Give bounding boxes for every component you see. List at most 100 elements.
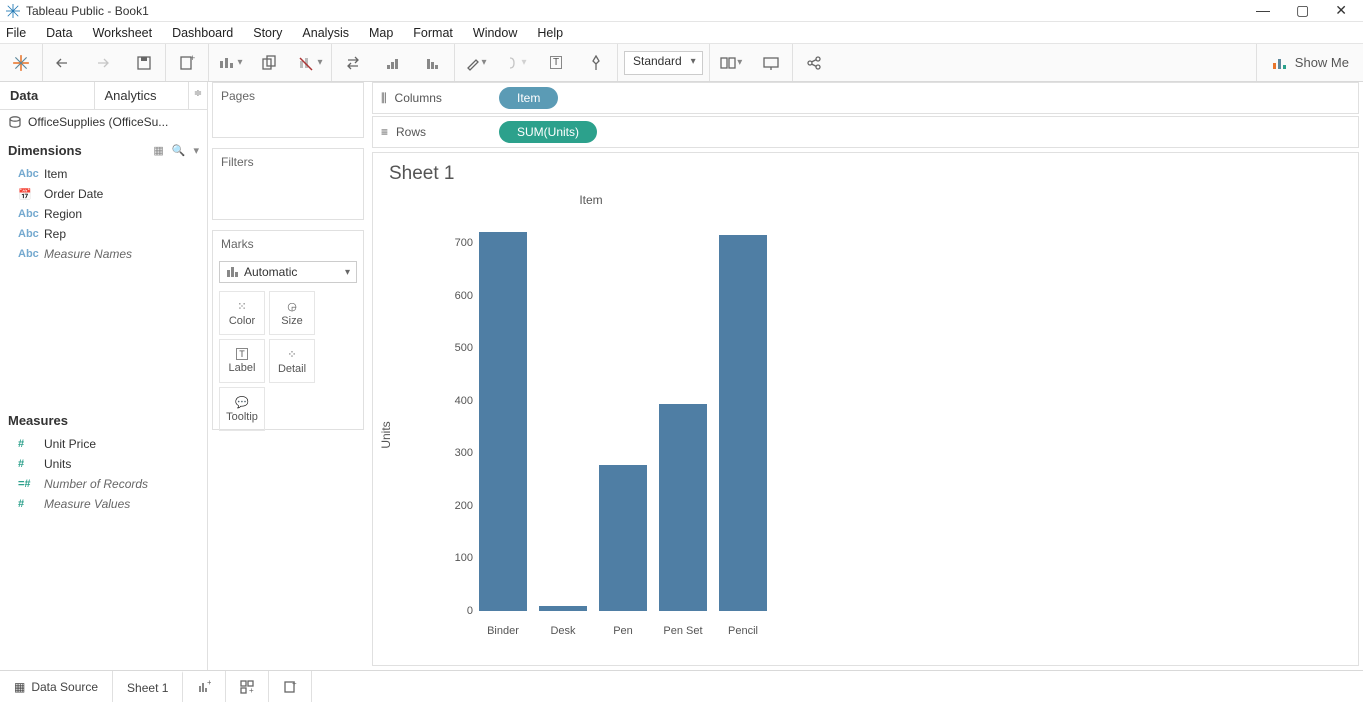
field-label: Measure Values xyxy=(44,497,130,511)
new-dashboard-tab[interactable]: + xyxy=(226,671,269,702)
menu-format[interactable]: Format xyxy=(413,26,453,40)
new-worksheet-button[interactable]: ▾ xyxy=(215,48,245,78)
chart-bar[interactable] xyxy=(599,465,647,611)
marks-label-button[interactable]: TLabel xyxy=(219,339,265,383)
measures-title: Measures xyxy=(8,413,68,428)
bottom-tabs: ▦ Data Source Sheet 1 + + + xyxy=(0,670,1363,702)
marks-tooltip-button[interactable]: 💬Tooltip xyxy=(219,387,265,431)
rows-shelf[interactable]: ≡Rows SUM(Units) xyxy=(372,116,1359,148)
field-type-icon: Abc xyxy=(18,168,36,180)
clear-button[interactable]: ▾ xyxy=(295,48,325,78)
sheet-title[interactable]: Sheet 1 xyxy=(389,163,1342,185)
marks-detail-button[interactable]: ⁘Detail xyxy=(269,339,315,383)
tableau-logo-button[interactable] xyxy=(6,48,36,78)
size-icon: ◶ xyxy=(287,300,297,313)
dimension-field[interactable]: AbcMeasure Names xyxy=(0,244,207,264)
duplicate-button[interactable] xyxy=(255,48,285,78)
dimension-field[interactable]: 📅Order Date xyxy=(0,184,207,204)
menu-analysis[interactable]: Analysis xyxy=(302,26,349,40)
x-label: Binder xyxy=(479,625,527,637)
title-bar: Tableau Public - Book1 — ▢ ✕ xyxy=(0,0,1363,22)
view-toggle-icon[interactable]: ▦ xyxy=(153,144,163,157)
fit-selector[interactable]: Standard xyxy=(624,51,703,75)
close-button[interactable]: ✕ xyxy=(1335,2,1347,19)
marks-color-button[interactable]: ⁙Color xyxy=(219,291,265,335)
rows-pill-text: SUM(Units) xyxy=(517,125,579,139)
sheet-tab[interactable]: Sheet 1 xyxy=(113,671,183,702)
y-tick: 700 xyxy=(447,237,473,249)
sort-asc-button[interactable] xyxy=(378,48,408,78)
marks-label: Marks xyxy=(213,231,363,257)
datasource-tab-icon: ▦ xyxy=(14,680,25,694)
tooltip-icon: 💬 xyxy=(235,396,249,409)
menu-story[interactable]: Story xyxy=(253,26,282,40)
show-me-button[interactable]: Show Me xyxy=(1256,44,1363,81)
svg-text:+: + xyxy=(249,686,254,694)
marks-size-button[interactable]: ◶Size xyxy=(269,291,315,335)
pages-shelf[interactable]: Pages xyxy=(212,82,364,138)
columns-shelf[interactable]: ⫼Columns Item xyxy=(372,82,1359,114)
rows-pill-sum-units[interactable]: SUM(Units) xyxy=(499,121,597,143)
show-cards-button[interactable]: ▾ xyxy=(716,48,746,78)
measure-field[interactable]: #Measure Values xyxy=(0,494,207,514)
menu-data[interactable]: Data xyxy=(46,26,72,40)
search-icon[interactable]: 🔍 xyxy=(172,144,186,157)
x-label: Pen Set xyxy=(659,625,707,637)
columns-pill-item[interactable]: Item xyxy=(499,87,558,109)
pane-menu-icon[interactable]: ▾ xyxy=(193,144,199,157)
pin-button[interactable] xyxy=(581,48,611,78)
tabs-menu-icon[interactable]: ≑ xyxy=(189,82,207,109)
save-button[interactable] xyxy=(129,48,159,78)
marks-type-selector[interactable]: Automatic xyxy=(219,261,357,283)
dimensions-title: Dimensions xyxy=(8,143,82,158)
chart-bar[interactable] xyxy=(479,232,527,611)
maximize-button[interactable]: ▢ xyxy=(1296,2,1309,19)
marks-label-label: Label xyxy=(229,362,256,374)
menu-help[interactable]: Help xyxy=(537,26,563,40)
menu-map[interactable]: Map xyxy=(369,26,393,40)
tab-data[interactable]: Data xyxy=(0,82,95,109)
field-type-icon: =# xyxy=(18,478,36,490)
chart-area: 0100200300400500600700 BinderDeskPenPen … xyxy=(431,217,1332,637)
dimension-field[interactable]: AbcRegion xyxy=(0,204,207,224)
undo-button[interactable] xyxy=(49,48,79,78)
datasource-tab[interactable]: ▦ Data Source xyxy=(0,671,113,702)
highlight-button[interactable]: ▾ xyxy=(461,48,491,78)
new-story-tab[interactable]: + xyxy=(269,671,312,702)
share-button[interactable] xyxy=(799,48,829,78)
dimension-field[interactable]: AbcRep xyxy=(0,224,207,244)
redo-button[interactable] xyxy=(89,48,119,78)
toolbar: + ▾ ▾ ▾ ▾ T Standard ▾ Show Me xyxy=(0,44,1363,82)
new-data-source-button[interactable]: + xyxy=(172,48,202,78)
menu-window[interactable]: Window xyxy=(473,26,517,40)
menu-dashboard[interactable]: Dashboard xyxy=(172,26,233,40)
datasource-item[interactable]: OfficeSupplies (OfficeSu... xyxy=(0,110,207,134)
x-label: Desk xyxy=(539,625,587,637)
new-dashboard-icon: + xyxy=(240,680,254,694)
measure-field[interactable]: #Units xyxy=(0,454,207,474)
x-label: Pencil xyxy=(719,625,767,637)
view-area: ⫼Columns Item ≡Rows SUM(Units) Sheet 1 I… xyxy=(368,82,1363,670)
tab-analytics[interactable]: Analytics xyxy=(95,82,190,109)
minimize-button[interactable]: — xyxy=(1256,2,1270,19)
group-button[interactable]: ▾ xyxy=(501,48,531,78)
viz-canvas: Sheet 1 Item Units 010020030040050060070… xyxy=(372,152,1359,666)
new-worksheet-tab[interactable]: + xyxy=(183,671,226,702)
measure-field[interactable]: =#Number of Records xyxy=(0,474,207,494)
chart-bar[interactable] xyxy=(539,606,587,611)
swap-button[interactable] xyxy=(338,48,368,78)
dimension-field[interactable]: AbcItem xyxy=(0,164,207,184)
labels-button[interactable]: T xyxy=(541,48,571,78)
filters-shelf[interactable]: Filters xyxy=(212,148,364,220)
measure-field[interactable]: #Unit Price xyxy=(0,434,207,454)
data-pane: Data Analytics ≑ OfficeSupplies (OfficeS… xyxy=(0,82,208,670)
menu-worksheet[interactable]: Worksheet xyxy=(93,26,153,40)
field-label: Order Date xyxy=(44,187,103,201)
chart-bar[interactable] xyxy=(659,404,707,612)
sort-desc-button[interactable] xyxy=(418,48,448,78)
presentation-button[interactable] xyxy=(756,48,786,78)
chart-bar[interactable] xyxy=(719,235,767,611)
detail-icon: ⁘ xyxy=(287,348,296,361)
menu-file[interactable]: File xyxy=(6,26,26,40)
datasource-tab-label: Data Source xyxy=(31,680,98,694)
